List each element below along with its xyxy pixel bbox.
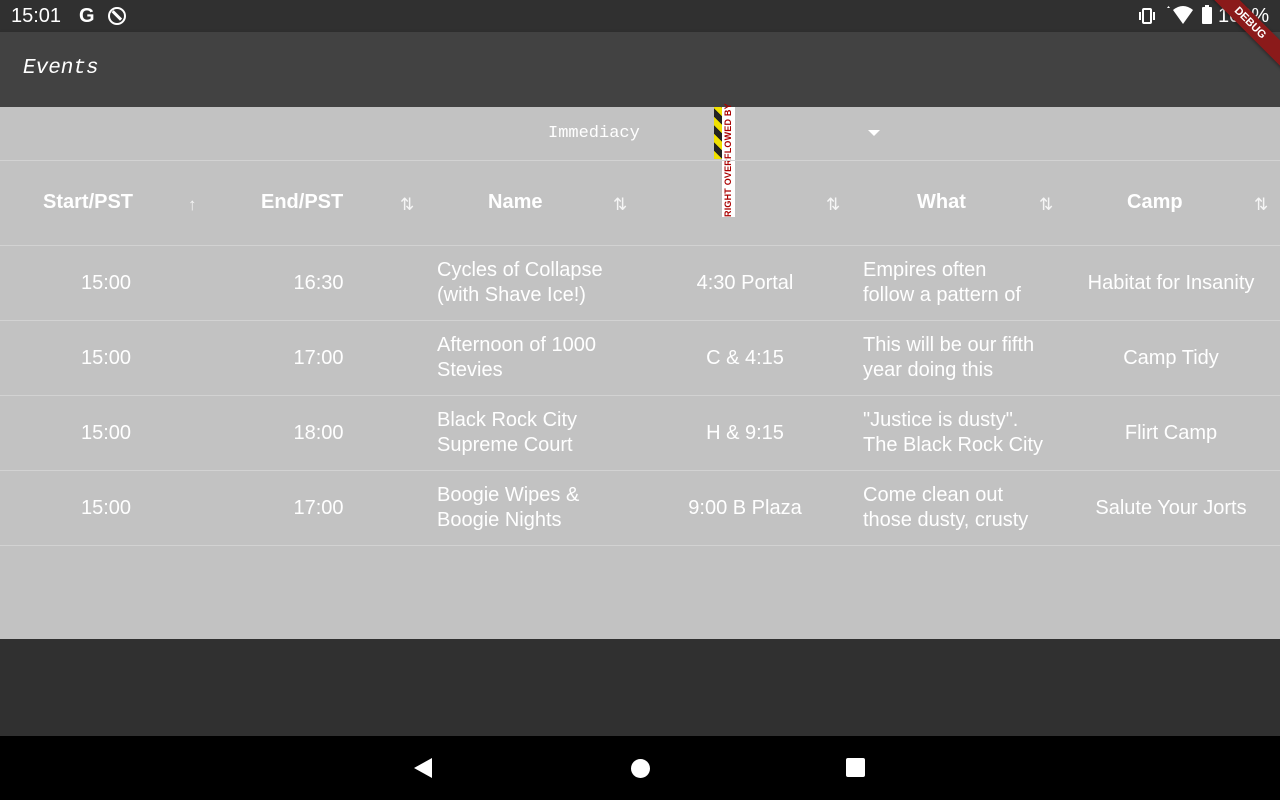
- cell-name: Cycles of Collapse (with Shave Ice!): [437, 246, 647, 320]
- cell-camp: Habitat for Insanity: [1087, 271, 1255, 294]
- status-time: 15:01: [11, 5, 62, 27]
- cell-what-line: Come clean out: [863, 484, 1004, 506]
- system-nav-bar: [0, 736, 1280, 800]
- status-bar: 15:01 G 100%: [0, 0, 1280, 32]
- cell-start: 15:00: [80, 496, 132, 519]
- cell-what-line: "Justice is dusty".: [863, 409, 1019, 431]
- back-icon[interactable]: [414, 758, 432, 778]
- column-header-camp[interactable]: Camp ⇅: [1064, 161, 1280, 245]
- column-header-start[interactable]: Start/PST ↑: [0, 161, 212, 245]
- cell-what: Come clean out those dusty, crusty: [863, 471, 1063, 545]
- cell-camp: Camp Tidy: [1123, 346, 1219, 369]
- cell-name-line: Cycles of Collapse: [437, 259, 603, 281]
- sort-ascending-icon[interactable]: ↑: [188, 195, 197, 215]
- cell-what-line: follow a pattern of: [863, 284, 1021, 306]
- cell-what-line: year doing this: [863, 359, 994, 381]
- table-header-row: Start/PST ↑ End/PST ⇅ Name ⇅ ⇅ What ⇅ Ca…: [0, 160, 1280, 246]
- app-bar: Events: [0, 32, 1280, 107]
- cell-name-line: Stevies: [437, 359, 503, 381]
- do-not-disturb-icon: [108, 7, 126, 25]
- home-icon[interactable]: [631, 759, 650, 778]
- events-content: Immediacy RIGHT OVERFLOWED BY Start/PST …: [0, 103, 1280, 639]
- column-header-name[interactable]: Name ⇅: [425, 161, 638, 245]
- sort-icon[interactable]: ⇅: [1254, 195, 1268, 215]
- cell-name-line: Black Rock City: [437, 409, 578, 431]
- column-header-label: Name: [488, 191, 543, 213]
- cell-camp: Flirt Camp: [1124, 421, 1218, 444]
- column-header-label: What: [917, 191, 966, 213]
- table-row[interactable]: 15:00 18:00 Black Rock City Supreme Court…: [0, 396, 1280, 471]
- sort-icon[interactable]: ⇅: [826, 195, 840, 215]
- cell-name: Afternoon of 1000 Stevies: [437, 321, 647, 395]
- cell-location: 9:00 B Plaza: [688, 496, 802, 519]
- sort-icon[interactable]: ⇅: [1039, 195, 1053, 215]
- filter-dropdown-value: Immediacy: [548, 124, 640, 143]
- column-header-label: Start/PST: [43, 191, 134, 213]
- vibrate-icon: [1139, 8, 1155, 24]
- cell-start: 15:00: [80, 346, 132, 369]
- recents-icon[interactable]: [846, 758, 865, 777]
- table-row[interactable]: 15:00 16:30 Cycles of Collapse (with Shav…: [0, 246, 1280, 321]
- sort-icon[interactable]: ⇅: [613, 195, 627, 215]
- cell-location: 4:30 Portal: [696, 271, 794, 294]
- cell-what: This will be our fifth year doing this: [863, 321, 1063, 395]
- column-header-label: Camp: [1127, 191, 1183, 213]
- cell-what-line: This will be our fifth: [863, 334, 1035, 356]
- cell-name: Black Rock City Supreme Court: [437, 396, 647, 470]
- page-title: Events: [23, 57, 99, 80]
- cell-end: 17:00: [293, 496, 344, 519]
- cell-name-line: Boogie Nights: [437, 509, 562, 531]
- dropdown-arrow-icon: [868, 130, 880, 136]
- cell-name-line: Afternoon of 1000: [437, 334, 597, 356]
- wifi-icon: [1167, 6, 1193, 24]
- cell-name: Boogie Wipes & Boogie Nights: [437, 471, 647, 545]
- column-header-location[interactable]: ⇅: [638, 161, 851, 245]
- battery-icon: [1202, 5, 1212, 24]
- column-header-label: End/PST: [261, 191, 344, 213]
- column-header-end[interactable]: End/PST ⇅: [212, 161, 425, 245]
- sort-icon[interactable]: ⇅: [400, 195, 414, 215]
- cell-start: 15:00: [80, 271, 132, 294]
- events-table: Start/PST ↑ End/PST ⇅ Name ⇅ ⇅ What ⇅ Ca…: [0, 160, 1280, 546]
- cell-what: "Justice is dusty". The Black Rock City: [863, 396, 1063, 470]
- g-icon: G: [79, 5, 95, 27]
- table-row[interactable]: 15:00 17:00 Afternoon of 1000 Stevies C &…: [0, 321, 1280, 396]
- cell-what: Empires often follow a pattern of: [863, 246, 1063, 320]
- cell-end: 18:00: [293, 421, 344, 444]
- cell-name-line: Boogie Wipes &: [437, 484, 580, 506]
- overflow-warning-stripe: [714, 107, 722, 159]
- cell-camp: Salute Your Jorts: [1095, 496, 1247, 519]
- cell-what-line: Empires often: [863, 259, 987, 281]
- cell-end: 16:30: [293, 271, 344, 294]
- table-row[interactable]: 15:00 17:00 Boogie Wipes & Boogie Nights …: [0, 471, 1280, 546]
- cell-location: H & 9:15: [706, 421, 784, 444]
- cell-location: C & 4:15: [706, 346, 784, 369]
- cell-start: 15:00: [80, 421, 132, 444]
- cell-what-line: The Black Rock City: [863, 434, 1044, 456]
- cell-name-line: (with Shave Ice!): [437, 284, 586, 306]
- cell-name-line: Supreme Court: [437, 434, 573, 456]
- cell-what-line: those dusty, crusty: [863, 509, 1029, 531]
- cell-end: 17:00: [293, 346, 344, 369]
- column-header-what[interactable]: What ⇅: [851, 161, 1064, 245]
